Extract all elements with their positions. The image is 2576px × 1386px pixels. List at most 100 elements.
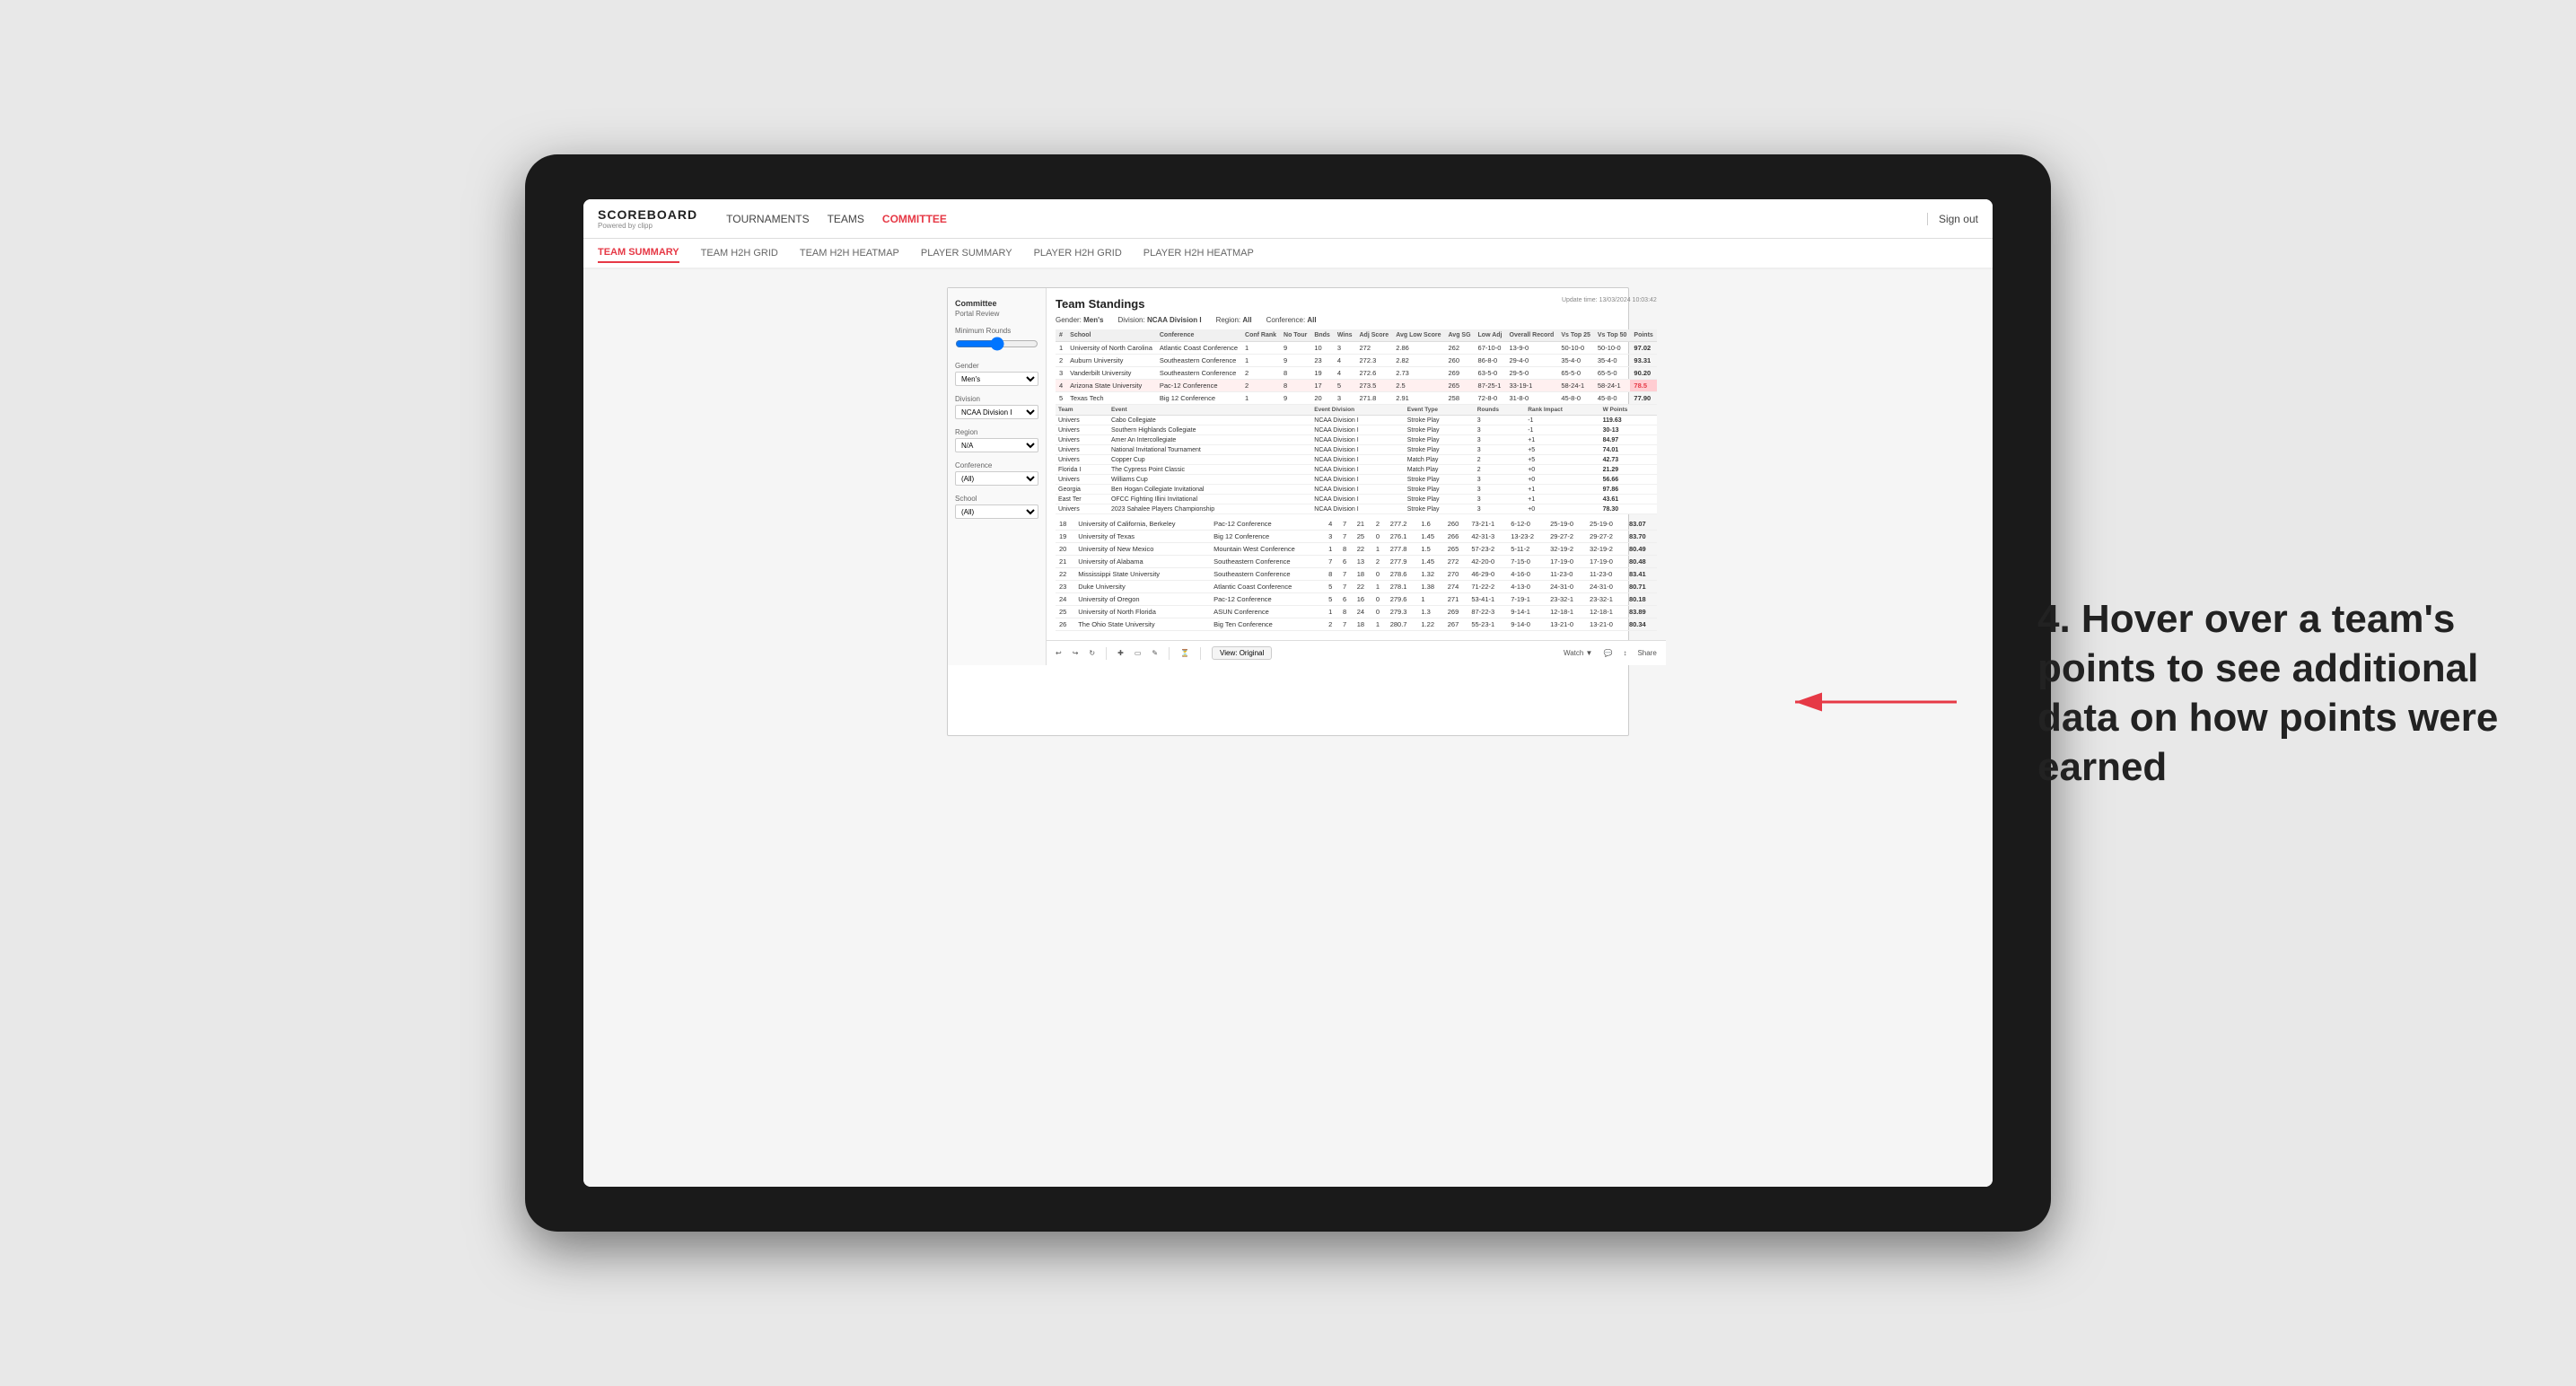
tooltip-col-rounds: Rounds <box>1475 405 1525 416</box>
undo-button[interactable]: ↩ <box>1056 649 1062 657</box>
conference-filter: Conference: All <box>1266 316 1317 324</box>
lower-standings-table: 18 University of California, Berkeley Pa… <box>1056 518 1657 631</box>
logo-area: SCOREBOARD Powered by clipp <box>598 207 697 230</box>
table-row[interactable]: 5 Texas Tech Big 12 Conference 1 9 20 3 … <box>1056 392 1657 405</box>
tooltip-table: Team Event Event Division Event Type Rou… <box>1056 405 1657 514</box>
tooltip-row: Univers National Invitational Tournament… <box>1056 445 1657 455</box>
toolbar-divider-2 <box>1169 647 1170 660</box>
redo-button[interactable]: ↪ <box>1073 649 1079 657</box>
gender-select[interactable]: Men's <box>955 372 1038 386</box>
report-container: Committee Portal Review Minimum Rounds G… <box>947 287 1629 736</box>
subnav-team-h2h-heatmap[interactable]: TEAM H2H HEATMAP <box>800 244 899 262</box>
nav-teams[interactable]: TEAMS <box>828 209 864 229</box>
table-row[interactable]: 20 University of New Mexico Mountain Wes… <box>1056 543 1657 556</box>
table-row[interactable]: 18 University of California, Berkeley Pa… <box>1056 518 1657 531</box>
min-rounds-label: Minimum Rounds <box>955 327 1038 335</box>
table-row[interactable]: 23 Duke University Atlantic Coast Confer… <box>1056 581 1657 593</box>
report-main: Team Standings Update time: 13/03/2024 1… <box>1047 288 1666 640</box>
table-row[interactable]: 22 Mississippi State University Southeas… <box>1056 568 1657 581</box>
toolbar-divider-3 <box>1200 647 1201 660</box>
report-header: Team Standings Update time: 13/03/2024 1… <box>1056 297 1657 311</box>
col-avg-sg: Avg SG <box>1445 329 1475 342</box>
subnav-team-h2h-grid[interactable]: TEAM H2H GRID <box>701 244 778 262</box>
pen-button[interactable]: ✎ <box>1152 649 1158 657</box>
division-section: Division NCAA Division I <box>955 395 1038 419</box>
region-select[interactable]: N/A <box>955 438 1038 452</box>
col-bnds: Bnds <box>1310 329 1334 342</box>
col-no-tour: No Tour <box>1280 329 1310 342</box>
subnav-player-summary[interactable]: PLAYER SUMMARY <box>921 244 1012 262</box>
copy-button[interactable]: ▭ <box>1135 649 1142 657</box>
sidebar-subtitle: Portal Review <box>955 310 1038 318</box>
tooltip-row: Univers Amer An Intercollegiate NCAA Div… <box>1056 435 1657 445</box>
nav-links: TOURNAMENTS TEAMS COMMITTEE <box>726 209 1906 229</box>
region-section: Region N/A <box>955 428 1038 452</box>
table-row[interactable]: 26 The Ohio State University Big Ten Con… <box>1056 618 1657 631</box>
tooltip-col-points: W Points <box>1600 405 1657 416</box>
zoom-in-button[interactable]: ✚ <box>1117 649 1124 657</box>
subnav-player-h2h-grid[interactable]: PLAYER H2H GRID <box>1034 244 1122 262</box>
division-label: Division <box>955 395 1038 403</box>
table-row[interactable]: 21 University of Alabama Southeastern Co… <box>1056 556 1657 568</box>
report-main-wrapper: Team Standings Update time: 13/03/2024 1… <box>1047 288 1666 665</box>
table-row[interactable]: 3 Vanderbilt University Southeastern Con… <box>1056 367 1657 380</box>
school-select[interactable]: (All) <box>955 504 1038 519</box>
col-vs50: Vs Top 50 <box>1594 329 1631 342</box>
main-content: Committee Portal Review Minimum Rounds G… <box>583 269 1993 1187</box>
subnav: TEAM SUMMARY TEAM H2H GRID TEAM H2H HEAT… <box>583 239 1993 269</box>
division-select[interactable]: NCAA Division I <box>955 405 1038 419</box>
standings-table: # School Conference Conf Rank No Tour Bn… <box>1056 329 1657 405</box>
report-title: Team Standings <box>1056 297 1144 311</box>
tooltip-row: Univers Copper Cup NCAA Division I Match… <box>1056 455 1657 465</box>
col-points: Points <box>1630 329 1656 342</box>
refresh-button[interactable]: ↻ <box>1089 649 1095 657</box>
tooltip-row: Univers 2023 Sahalee Players Championshi… <box>1056 504 1657 514</box>
conference-label: Conference <box>955 461 1038 469</box>
conference-select[interactable]: (All) <box>955 471 1038 486</box>
tooltip-col-division: Event Division <box>1311 405 1404 416</box>
col-vs25: Vs Top 25 <box>1557 329 1594 342</box>
table-row[interactable]: 24 University of Oregon Pac-12 Conferenc… <box>1056 593 1657 606</box>
min-rounds-input[interactable] <box>955 337 1038 351</box>
resize-button[interactable]: ↕ <box>1623 649 1626 657</box>
tablet-screen: SCOREBOARD Powered by clipp TOURNAMENTS … <box>583 199 1993 1187</box>
comment-button[interactable]: 💬 <box>1603 649 1612 657</box>
nav-tournaments[interactable]: TOURNAMENTS <box>726 209 809 229</box>
share-button[interactable]: Share <box>1637 649 1656 657</box>
nav-committee[interactable]: COMMITTEE <box>882 209 947 229</box>
col-low-adj: Low Adj <box>1475 329 1506 342</box>
col-avg-low: Avg Low Score <box>1392 329 1444 342</box>
min-rounds-section: Minimum Rounds <box>955 327 1038 353</box>
tooltip-col-rank-impact: Rank Impact <box>1525 405 1599 416</box>
report-sidebar: Committee Portal Review Minimum Rounds G… <box>948 288 1047 665</box>
col-wins: Wins <box>1334 329 1356 342</box>
region-filter: Region: All <box>1216 316 1252 324</box>
tooltip-col-event: Event <box>1108 405 1311 416</box>
watch-button[interactable]: Watch ▼ <box>1564 649 1593 657</box>
annotation-text: 4. Hover over a team's points to see add… <box>2037 594 2522 792</box>
table-row[interactable]: 19 University of Texas Big 12 Conference… <box>1056 531 1657 543</box>
tooltip-row: Univers Southern Highlands Collegiate NC… <box>1056 425 1657 435</box>
subnav-player-h2h-heatmap[interactable]: PLAYER H2H HEATMAP <box>1143 244 1254 262</box>
gender-section: Gender Men's <box>955 362 1038 386</box>
sign-out-button[interactable]: Sign out <box>1927 213 1978 225</box>
table-row[interactable]: 4 Arizona State University Pac-12 Confer… <box>1056 380 1657 392</box>
table-row[interactable]: 2 Auburn University Southeastern Confere… <box>1056 355 1657 367</box>
table-row[interactable]: 1 University of North Carolina Atlantic … <box>1056 342 1657 355</box>
region-label: Region <box>955 428 1038 436</box>
division-filter: Division: NCAA Division I <box>1118 316 1202 324</box>
annotation-container: 4. Hover over a team's points to see add… <box>2037 594 2522 792</box>
subnav-team-summary[interactable]: TEAM SUMMARY <box>598 243 679 263</box>
gender-label: Gender <box>955 362 1038 370</box>
table-row[interactable]: 25 University of North Florida ASUN Conf… <box>1056 606 1657 618</box>
report-filters: Gender: Men's Division: NCAA Division I … <box>1056 316 1657 324</box>
logo-text: SCOREBOARD <box>598 207 697 222</box>
col-adj-score: Adj Score <box>1356 329 1393 342</box>
tooltip-row: Florida I The Cypress Point Classic NCAA… <box>1056 465 1657 475</box>
school-label: School <box>955 495 1038 503</box>
conference-section: Conference (All) <box>955 461 1038 486</box>
report-layout: Committee Portal Review Minimum Rounds G… <box>948 288 1628 665</box>
tooltip-col-type: Event Type <box>1405 405 1475 416</box>
clock-button[interactable]: ⏳ <box>1180 649 1189 657</box>
view-original-button[interactable]: View: Original <box>1212 646 1272 660</box>
